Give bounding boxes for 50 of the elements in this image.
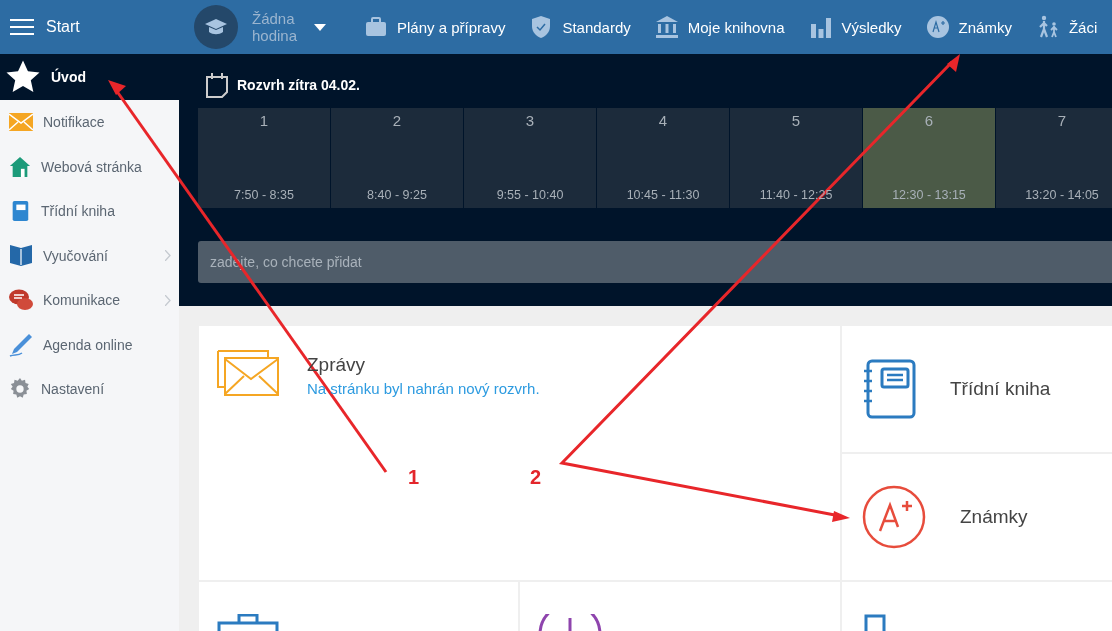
menu-icon[interactable] [10, 18, 34, 36]
annotation-label: 2 [530, 466, 542, 489]
clock-icon [538, 614, 602, 631]
star-icon [5, 59, 41, 95]
nav-link[interactable]: Plány a přípravy [364, 15, 506, 39]
sidebar-item[interactable]: Notifikace [0, 100, 179, 145]
lesson-slot[interactable]: 4 10:45 - 11:30 [597, 108, 729, 208]
calendar-icon [205, 72, 229, 98]
house-icon [9, 155, 31, 178]
envelopes-icon [217, 350, 279, 396]
dashboard-card[interactable]: Třídní kniha [842, 326, 1112, 452]
grade-icon [862, 485, 926, 549]
sidebar-item[interactable]: Webová stránka [0, 144, 179, 189]
sidebar-item[interactable]: Třídní kniha [0, 189, 179, 234]
bar-chart-icon [808, 15, 833, 39]
nav-link[interactable]: Standardy [529, 15, 631, 39]
sidebar-item[interactable]: Úvod [0, 54, 179, 100]
nav-link[interactable]: Moje knihovna [654, 15, 785, 39]
lesson-slot[interactable]: 2 8:40 - 9:25 [331, 108, 463, 208]
avatar[interactable] [194, 5, 238, 49]
sidebar-item[interactable]: Vyučování [0, 233, 179, 278]
nav-link[interactable]: Žáci [1035, 15, 1098, 39]
briefcase-icon [217, 614, 279, 631]
grade-icon [925, 15, 950, 39]
settings-icon [9, 378, 31, 401]
bank-icon [654, 15, 679, 39]
sidebar-item[interactable]: Nastavení [0, 367, 179, 412]
card-subtitle: Na stránku byl nahrán nový rozvrh. [307, 380, 540, 397]
chat-bubbles-icon [9, 289, 33, 312]
briefcase-icon [364, 15, 388, 39]
nav-link[interactable]: Známky [925, 15, 1012, 39]
envelope-icon [9, 113, 33, 132]
open-book-icon [9, 244, 33, 267]
sidebar-item[interactable]: Komunikace [0, 278, 179, 323]
notebook-icon [862, 359, 916, 419]
card-title: Známky [960, 506, 1028, 528]
annotation-label: 1 [408, 466, 420, 489]
card-title: Třídní kniha [950, 378, 1051, 400]
lesson-slot[interactable]: 7 13:20 - 14:05 [996, 108, 1112, 208]
graduation-cap-icon [205, 19, 227, 35]
menu-label[interactable]: Start [46, 18, 80, 36]
lesson-slot[interactable]: 3 9:55 - 10:40 [464, 108, 596, 208]
dashboard-card[interactable]: Známky [842, 454, 1112, 580]
sidebar-item[interactable]: Agenda online [0, 322, 179, 367]
lesson-slot[interactable]: 1 7:50 - 8:35 [198, 108, 330, 208]
nav-link[interactable]: Výsledky [808, 15, 902, 39]
lesson-slot[interactable]: 6 12:30 - 13:15 [863, 108, 995, 208]
pen-icon [9, 332, 33, 357]
caret-icon[interactable] [314, 23, 326, 31]
timetable-title: Rozvrh zítra 04.02. [237, 77, 360, 93]
